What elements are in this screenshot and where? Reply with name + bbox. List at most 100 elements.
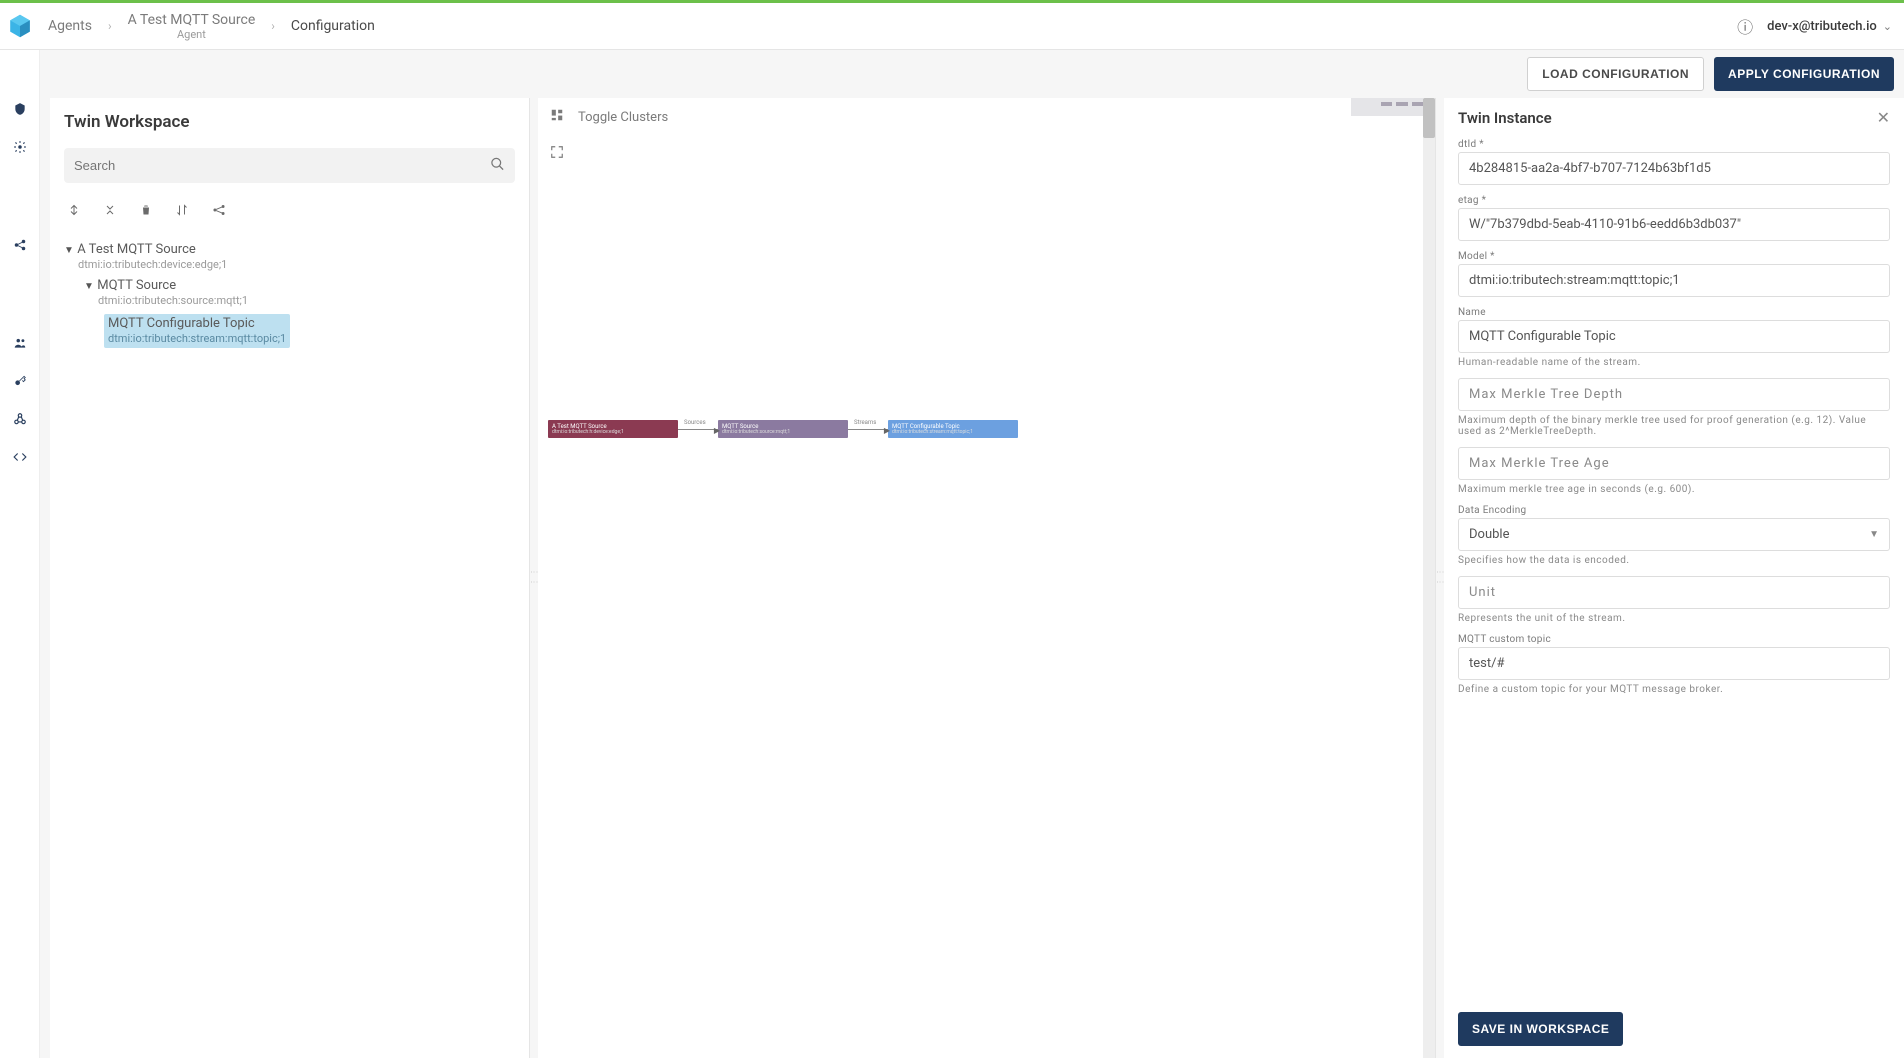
app-shell: LOAD CONFIGURATION APPLY CONFIGURATION T… — [0, 50, 1904, 1058]
delete-icon[interactable] — [140, 203, 152, 221]
tree-toggle-icon[interactable]: ▼ — [84, 281, 94, 292]
relations-icon[interactable] — [212, 203, 226, 221]
rail-shield-icon[interactable] — [11, 100, 29, 118]
canvas-toolbar: Toggle Clusters — [550, 108, 668, 126]
field-help: Maximum merkle tree age in seconds (e.g.… — [1458, 484, 1890, 495]
tree-node-dtmi: dtmi:io:tributech:source:mqtt;1 — [84, 294, 248, 307]
field-label: Model * — [1458, 251, 1890, 262]
merkle-depth-input[interactable]: Max Merkle Tree Depth — [1458, 378, 1890, 411]
form-header: Twin Instance ✕ — [1444, 98, 1904, 133]
breadcrumb-device-label: A Test MQTT Source — [128, 12, 256, 28]
breadcrumb-current: Configuration — [291, 18, 375, 34]
search-input[interactable] — [64, 148, 515, 183]
tree: ▼ A Test MQTT Source dtmi:io:tributech:d… — [50, 235, 529, 355]
dtid-input[interactable] — [1458, 152, 1890, 185]
breadcrumb: Agents › A Test MQTT Source Agent › Conf… — [48, 12, 375, 41]
merkle-age-input[interactable]: Max Merkle Tree Age — [1458, 447, 1890, 480]
arrow-right-icon: ▶ — [714, 426, 720, 435]
graph-node-sub: dtmi:io:tributech:h:device:edge;1 — [552, 430, 674, 435]
chevron-down-icon: ⌄ — [1883, 20, 1892, 33]
field-help: Define a custom topic for your MQTT mess… — [1458, 684, 1890, 695]
etag-input[interactable] — [1458, 208, 1890, 241]
graph-node-topic[interactable]: MQTT Configurable Topic dtmi:io:tributec… — [888, 420, 1018, 438]
rail-webhook-icon[interactable] — [11, 410, 29, 428]
rail-key-icon[interactable] — [11, 372, 29, 390]
help-icon[interactable]: ⓘ — [1737, 14, 1753, 38]
data-encoding-select[interactable]: Double ▼ — [1458, 518, 1890, 551]
graph-node-device[interactable]: A Test MQTT Source dtmi:io:tributech:h:d… — [548, 420, 678, 438]
user-email: dev-x@tributech.io — [1767, 19, 1877, 34]
graph: A Test MQTT Source dtmi:io:tributech:h:d… — [548, 420, 1018, 438]
model-input[interactable] — [1458, 264, 1890, 297]
breadcrumb-device[interactable]: A Test MQTT Source Agent — [128, 12, 256, 41]
field-label: Data Encoding — [1458, 505, 1890, 516]
collapse-all-icon[interactable] — [104, 203, 116, 221]
name-input[interactable] — [1458, 320, 1890, 353]
chevron-right-icon: › — [108, 19, 112, 33]
toggle-clusters-label[interactable]: Toggle Clusters — [578, 110, 668, 125]
scrollbar-thumb[interactable] — [1423, 98, 1435, 138]
graph-node-sub: dtmi:io:tributech:stream:mqtt:topic;1 — [892, 430, 1014, 435]
canvas-scrollbar[interactable] — [1423, 98, 1435, 1058]
load-configuration-button[interactable]: LOAD CONFIGURATION — [1527, 57, 1704, 91]
field-merkle-depth: Max Merkle Tree Depth Maximum depth of t… — [1458, 378, 1890, 437]
graph-edge: Sources ▶ — [678, 429, 718, 430]
twin-instance-title: Twin Instance — [1458, 109, 1552, 127]
graph-node-sub: dtmi:io:tributech:source:mqtt;1 — [722, 430, 844, 435]
close-icon[interactable]: ✕ — [1877, 108, 1890, 127]
tree-node-label: MQTT Configurable Topic — [108, 316, 255, 331]
tree-node-dtmi: dtmi:io:tributech:stream:mqtt:topic;1 — [108, 332, 286, 345]
split-handle[interactable]: ⋮⋮ — [530, 98, 538, 1058]
rail-share-icon[interactable] — [11, 236, 29, 254]
field-help: Represents the unit of the stream. — [1458, 613, 1890, 624]
unit-input[interactable]: Unit — [1458, 576, 1890, 609]
twin-workspace-title: Twin Workspace — [50, 98, 529, 142]
apply-configuration-button[interactable]: APPLY CONFIGURATION — [1714, 57, 1894, 91]
fullscreen-icon[interactable] — [550, 144, 564, 163]
save-in-workspace-button[interactable]: SAVE IN WORKSPACE — [1458, 1012, 1623, 1046]
field-label: dtId * — [1458, 139, 1890, 150]
rail-gear-icon[interactable] — [11, 138, 29, 156]
field-name: Name Human-readable name of the stream. — [1458, 307, 1890, 368]
field-help: Maximum depth of the binary merkle tree … — [1458, 415, 1890, 437]
twin-workspace-pane: Twin Workspace — [50, 98, 530, 1058]
action-bar: LOAD CONFIGURATION APPLY CONFIGURATION — [40, 50, 1904, 98]
field-etag: etag * — [1458, 195, 1890, 241]
chevron-down-icon: ▼ — [1869, 529, 1879, 540]
field-label: Name — [1458, 307, 1890, 318]
chevron-right-icon: › — [271, 19, 275, 33]
breadcrumb-device-sublabel: Agent — [177, 28, 206, 41]
field-data-encoding: Data Encoding Double ▼ Specifies how the… — [1458, 505, 1890, 566]
graph-node-source[interactable]: MQTT Source dtmi:io:tributech:source:mqt… — [718, 420, 848, 438]
rail-code-icon[interactable] — [11, 448, 29, 466]
field-mqtt-topic: MQTT custom topic Define a custom topic … — [1458, 634, 1890, 695]
form-body: dtId * etag * Model * Name Huma — [1444, 133, 1904, 1004]
form-footer: SAVE IN WORKSPACE — [1444, 1004, 1904, 1058]
search-icon[interactable] — [490, 156, 505, 175]
tree-node-source[interactable]: ▼ MQTT Source dtmi:io:tributech:source:m… — [56, 275, 523, 311]
field-help: Human-readable name of the stream. — [1458, 357, 1890, 368]
tree-toolbar — [50, 189, 529, 235]
field-label: etag * — [1458, 195, 1890, 206]
tree-node-root[interactable]: ▼ A Test MQTT Source dtmi:io:tributech:d… — [56, 239, 523, 275]
expand-all-icon[interactable] — [68, 203, 80, 221]
rail-users-icon[interactable] — [11, 334, 29, 352]
tree-node-dtmi: dtmi:io:tributech:device:edge;1 — [64, 258, 227, 271]
field-model: Model * — [1458, 251, 1890, 297]
tree-node-topic[interactable]: MQTT Configurable Topic dtmi:io:tributec… — [56, 311, 523, 351]
twin-instance-pane: Twin Instance ✕ dtId * etag * Model * — [1444, 98, 1904, 1058]
field-help: Specifies how the data is encoded. — [1458, 555, 1890, 566]
tree-node-label: A Test MQTT Source — [77, 242, 196, 257]
canvas-pane[interactable]: Toggle Clusters A Test MQTT Source dtmi:… — [538, 98, 1436, 1058]
sort-icon[interactable] — [176, 203, 188, 221]
tree-toggle-icon[interactable]: ▼ — [64, 245, 74, 256]
split-handle[interactable]: ⋮⋮ — [1436, 98, 1444, 1058]
app-logo[interactable] — [0, 3, 40, 50]
mqtt-topic-input[interactable] — [1458, 647, 1890, 680]
user-menu[interactable]: dev-x@tributech.io ⌄ — [1767, 19, 1892, 34]
left-rail — [0, 50, 40, 1058]
field-unit: Unit Represents the unit of the stream. — [1458, 576, 1890, 624]
main-area: LOAD CONFIGURATION APPLY CONFIGURATION T… — [40, 50, 1904, 1058]
breadcrumb-agents[interactable]: Agents — [48, 18, 92, 34]
dashboard-icon[interactable] — [550, 108, 564, 126]
